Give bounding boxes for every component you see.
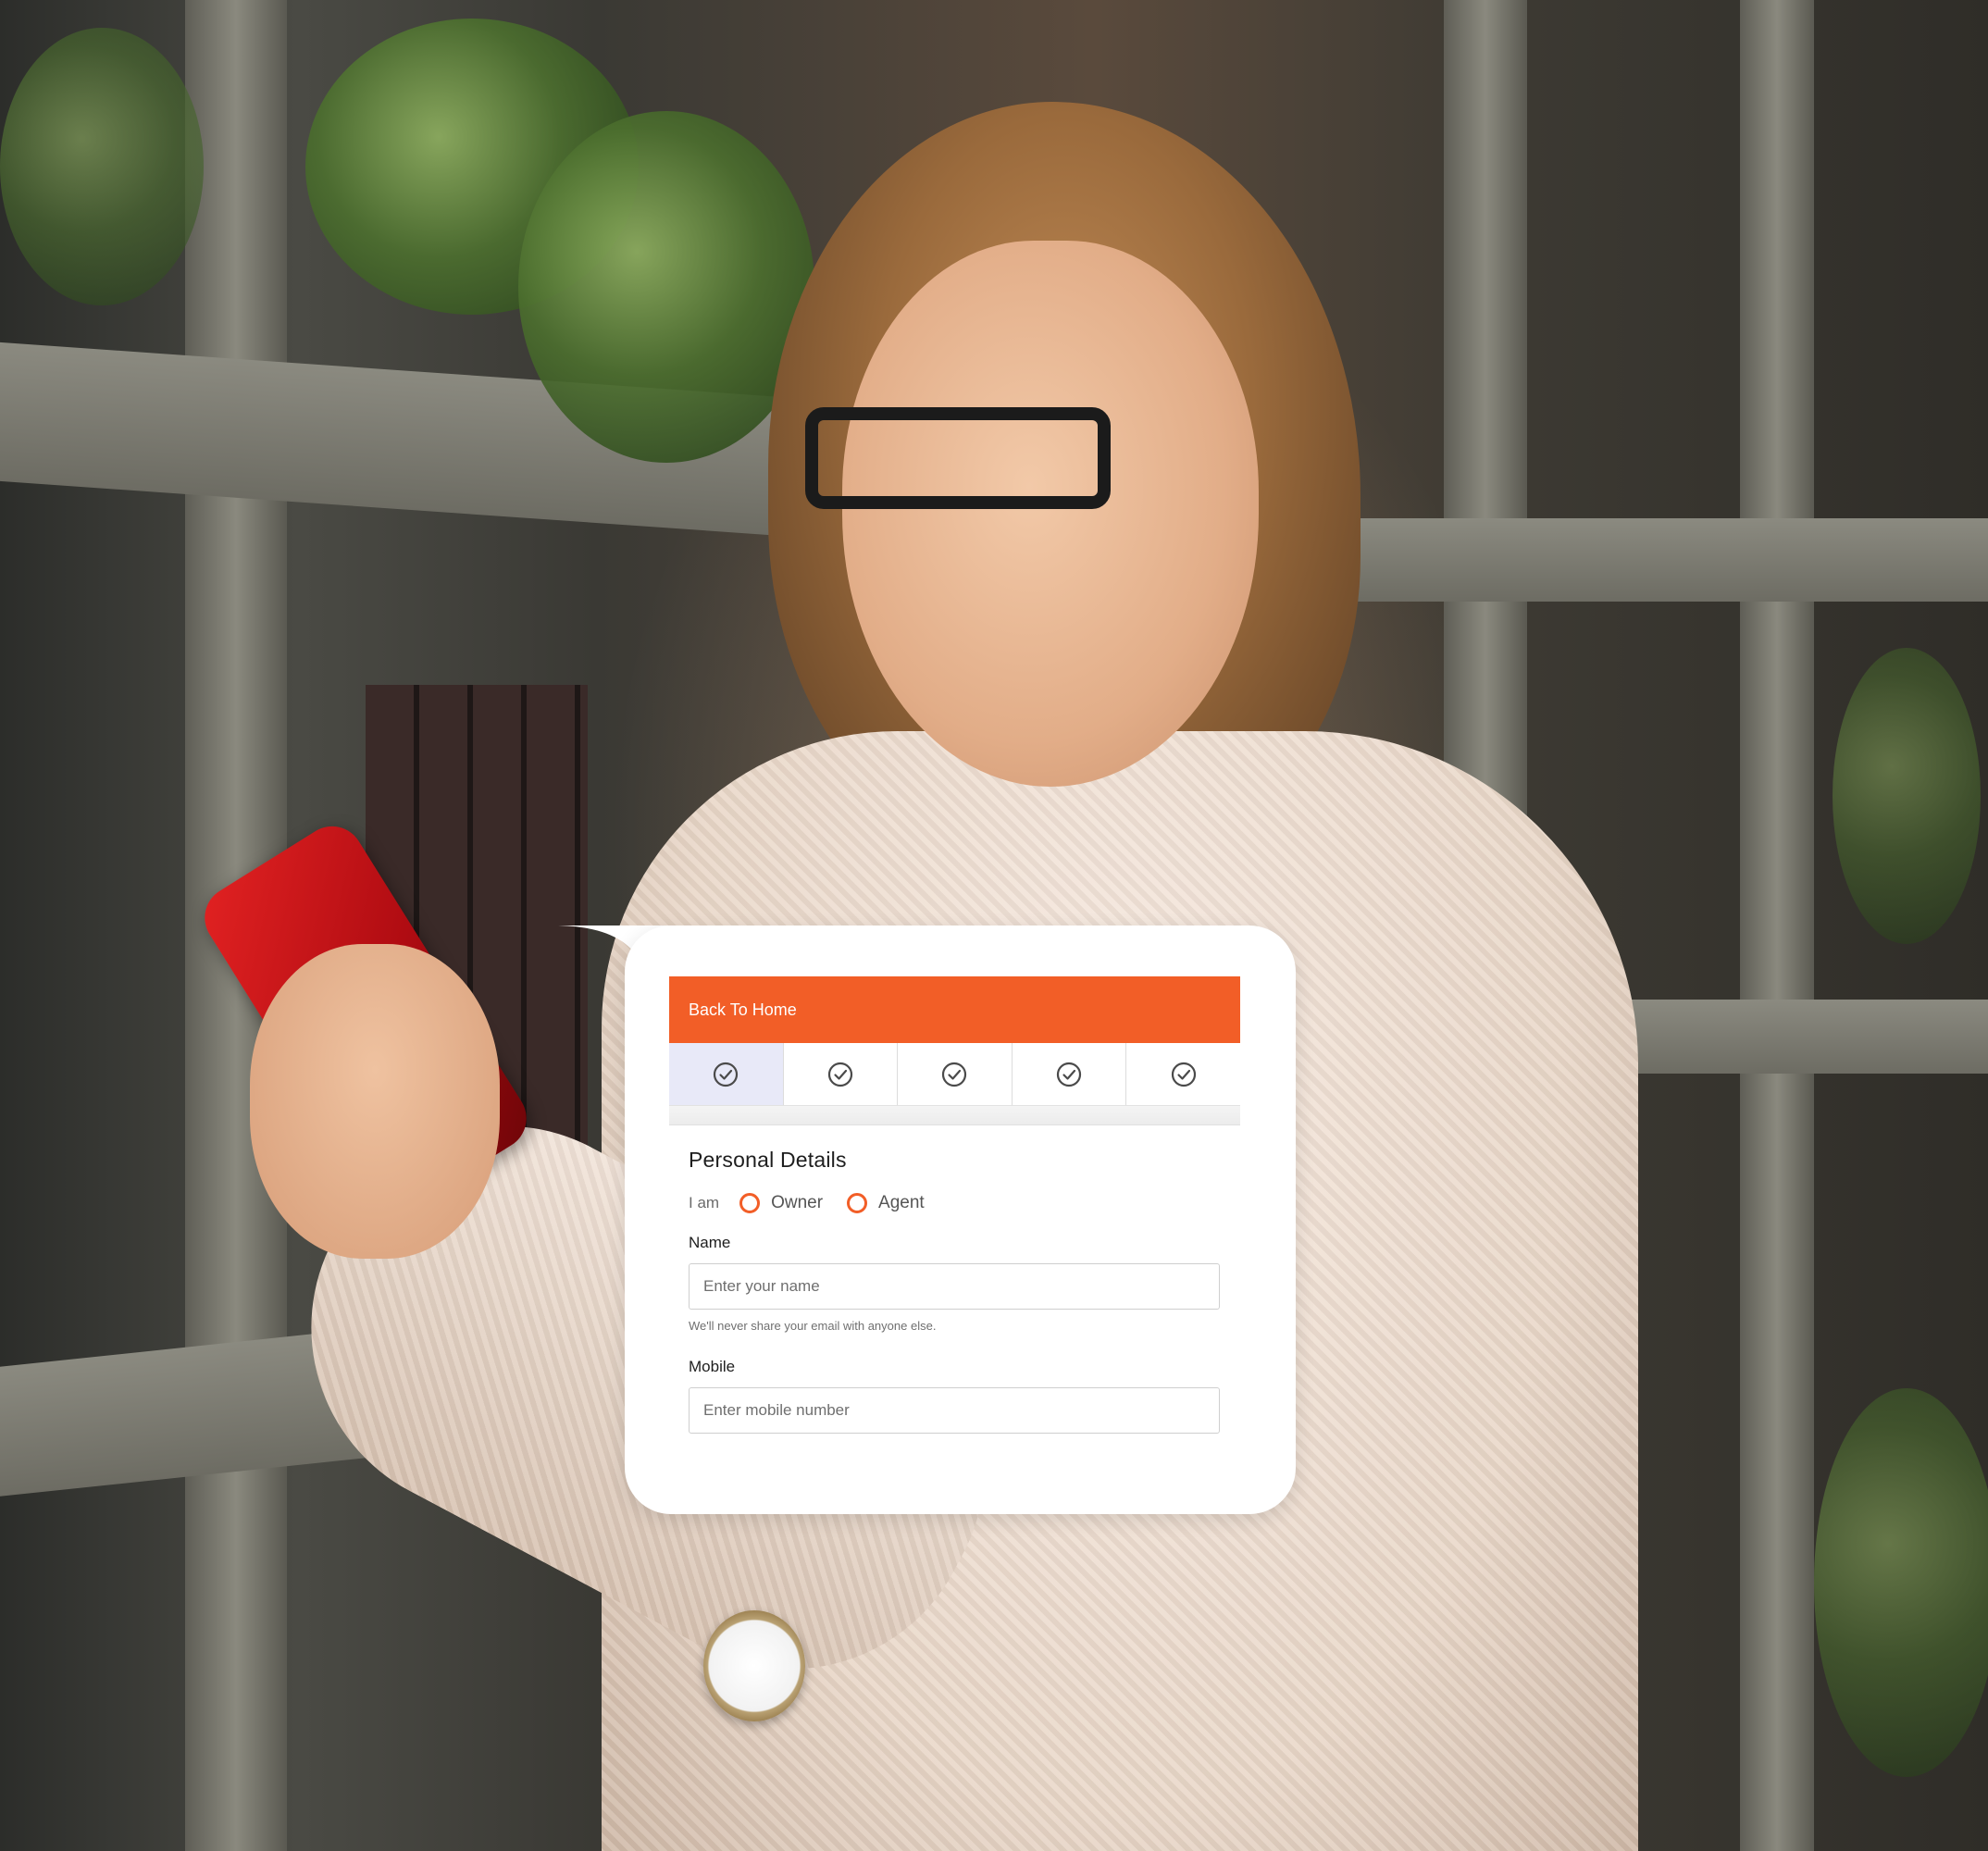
plant — [1814, 1388, 1988, 1777]
plant — [1833, 648, 1981, 944]
face — [842, 241, 1259, 787]
form-body: Personal Details I am Owner Agent Name W… — [669, 1125, 1240, 1434]
check-circle-icon — [714, 1062, 739, 1087]
name-input[interactable] — [689, 1263, 1220, 1310]
radio-owner[interactable]: Owner — [739, 1193, 823, 1213]
step-2[interactable] — [783, 1043, 899, 1105]
hand — [250, 944, 500, 1259]
step-5[interactable] — [1126, 1043, 1240, 1105]
radio-agent[interactable]: Agent — [847, 1193, 925, 1213]
personal-details-form: Back To Home Personal Details I am Owner… — [669, 976, 1240, 1434]
speech-bubble-card: Back To Home Personal Details I am Owner… — [625, 926, 1296, 1514]
check-circle-icon — [827, 1062, 852, 1087]
section-title: Personal Details — [689, 1148, 847, 1172]
check-circle-icon — [942, 1062, 967, 1087]
mobile-label: Mobile — [689, 1358, 736, 1375]
shelf-board — [1296, 518, 1988, 602]
radio-agent-label: Agent — [878, 1193, 925, 1212]
role-label: I am — [689, 1194, 720, 1211]
step-4[interactable] — [1012, 1043, 1127, 1105]
form-header: Back To Home — [669, 976, 1240, 1043]
radio-owner-label: Owner — [771, 1193, 824, 1212]
radio-circle-icon[interactable] — [739, 1193, 761, 1213]
check-circle-icon — [1171, 1062, 1196, 1087]
check-circle-icon — [1056, 1062, 1082, 1087]
plant — [0, 28, 204, 305]
radio-circle-icon[interactable] — [847, 1193, 868, 1213]
glasses — [805, 407, 1111, 509]
role-selector: I am Owner Agent — [689, 1193, 1221, 1213]
step-divider — [669, 1106, 1240, 1125]
name-help-text: We'll never share your email with anyone… — [689, 1319, 937, 1333]
mobile-input[interactable] — [689, 1387, 1220, 1434]
shelf-board — [1592, 1000, 1988, 1074]
wristwatch — [703, 1610, 805, 1721]
step-indicator — [669, 1043, 1240, 1106]
name-label: Name — [689, 1234, 731, 1251]
step-1[interactable] — [669, 1043, 784, 1105]
back-to-home-link[interactable]: Back To Home — [689, 1000, 797, 1020]
step-3[interactable] — [898, 1043, 1013, 1105]
plant — [518, 111, 814, 463]
shelf-post — [1740, 0, 1814, 1851]
